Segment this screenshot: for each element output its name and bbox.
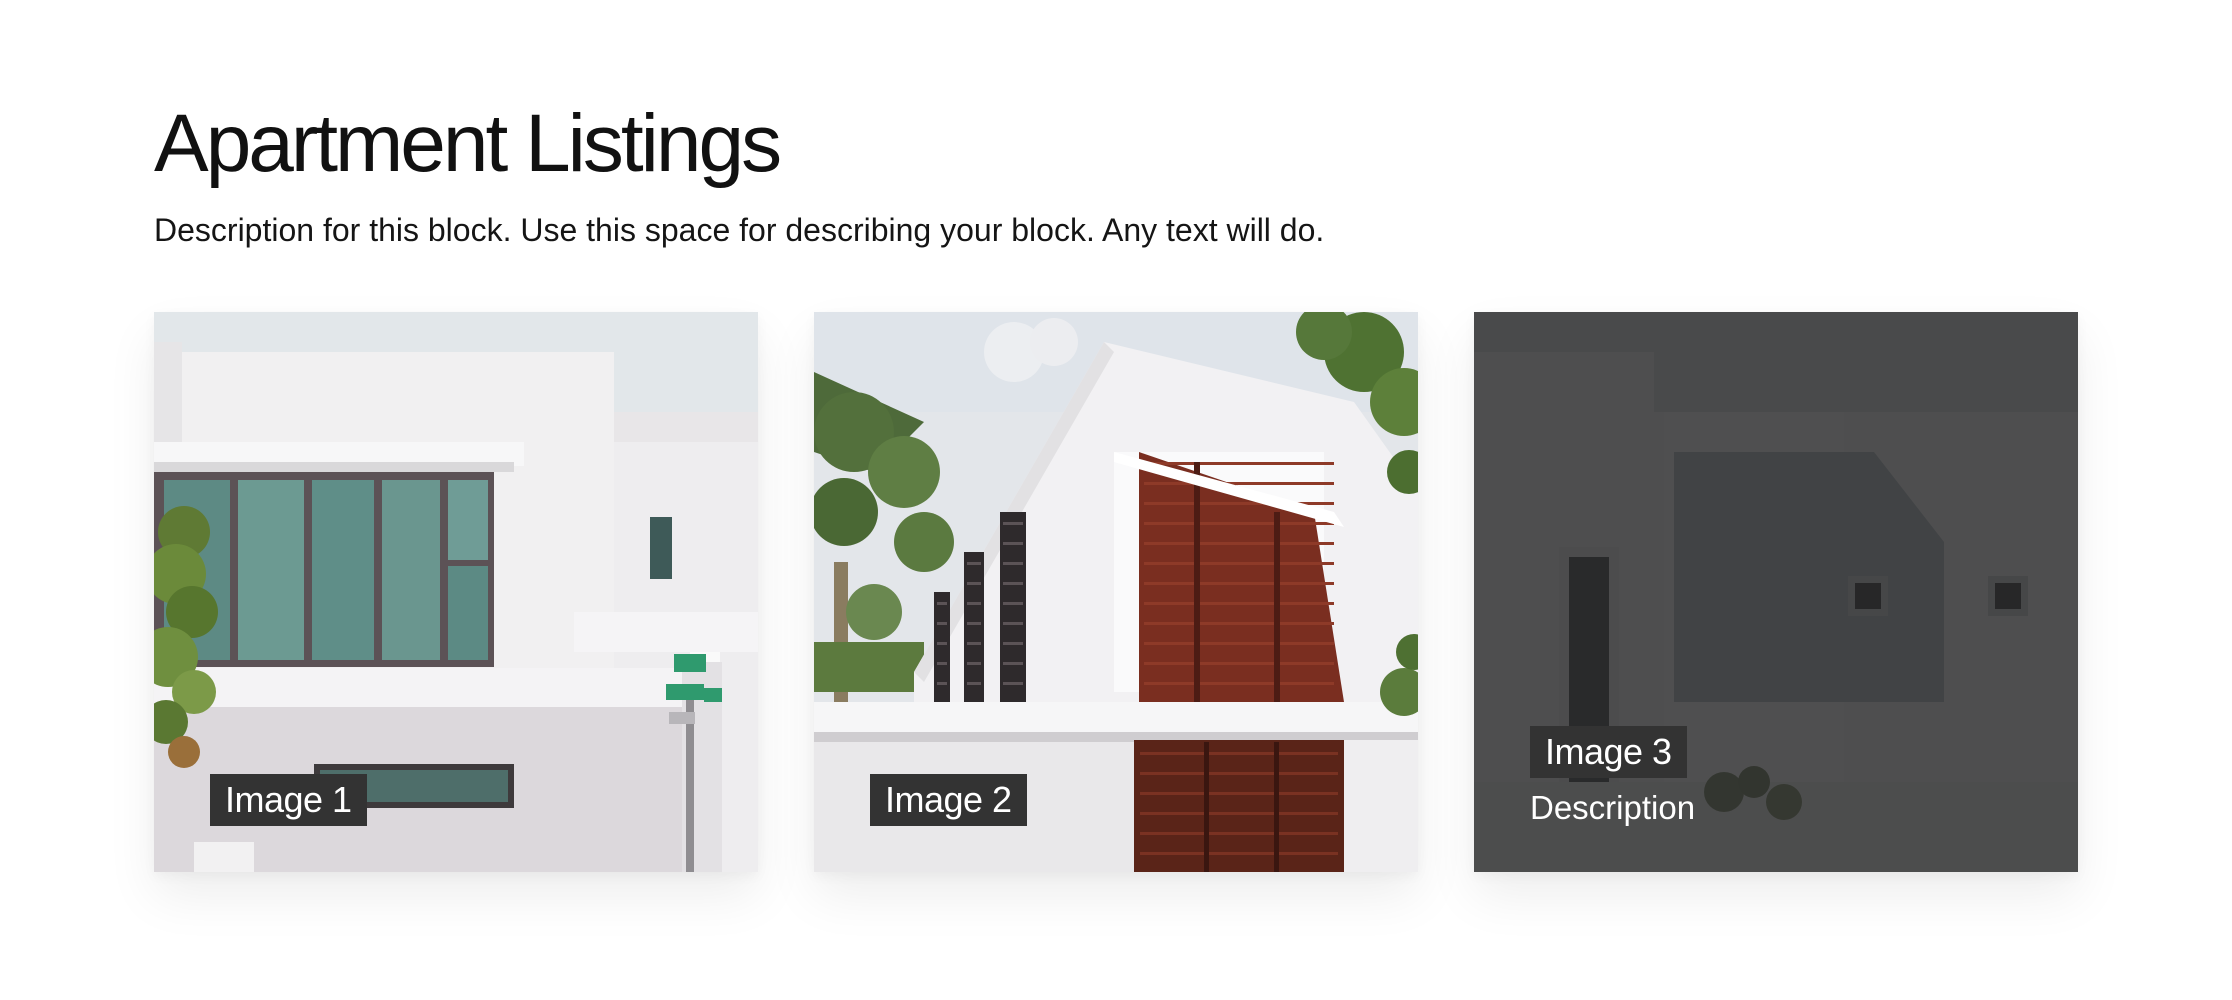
card-grid: Image 1 Image 2 Image 3 Description [154, 312, 2082, 872]
card-caption-label: Image 1 [210, 774, 367, 826]
listings-block: Apartment Listings Description for this … [154, 96, 2082, 872]
listing-card-1[interactable]: Image 1 [154, 312, 758, 872]
listing-card-3[interactable]: Image 3 Description [1474, 312, 2078, 872]
card-caption-description: Description [1530, 789, 1696, 826]
card-caption-label: Image 2 [870, 774, 1027, 826]
listing-card-2[interactable]: Image 2 [814, 312, 1418, 872]
card-caption-label: Image 3 [1530, 726, 1687, 778]
block-description: Description for this block. Use this spa… [154, 212, 1325, 248]
page-title: Apartment Listings [154, 98, 782, 189]
